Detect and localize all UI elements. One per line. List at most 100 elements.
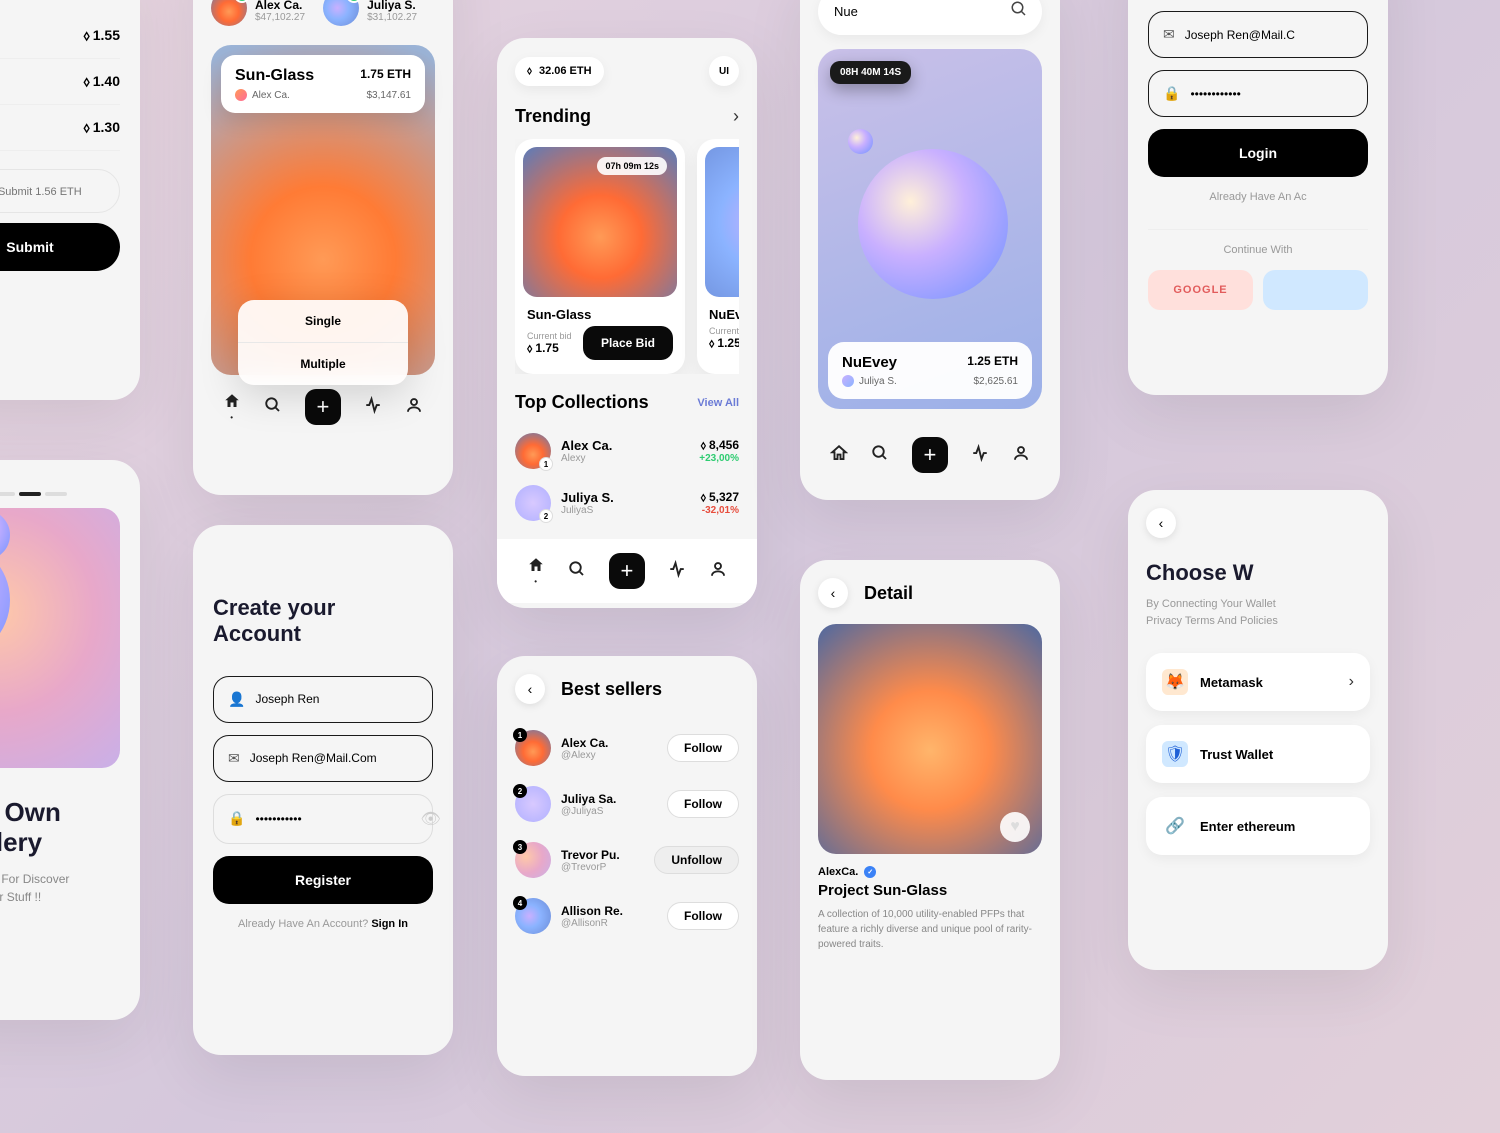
seller-chip[interactable]: ✓ Alex Ca.$47,102.27: [211, 0, 305, 31]
tab-activity[interactable]: [668, 560, 686, 583]
google-login-button[interactable]: GOOGLE: [1148, 270, 1253, 310]
bid-input[interactable]: [0, 186, 103, 198]
tab-activity[interactable]: [971, 444, 989, 467]
trust-wallet-icon: 🛡: [1162, 741, 1188, 767]
follow-button[interactable]: Follow: [667, 902, 739, 930]
unfollow-button[interactable]: Unfollow: [654, 846, 739, 874]
pagination-dots[interactable]: [0, 492, 120, 496]
tab-add[interactable]: +: [305, 389, 341, 425]
tab-profile[interactable]: [709, 560, 727, 583]
search-icon[interactable]: [1010, 0, 1028, 23]
back-button[interactable]: ‹: [515, 674, 545, 704]
history-row: 22 at 12:08 1.55: [0, 13, 120, 59]
tab-add[interactable]: +: [609, 553, 645, 589]
tab-search[interactable]: [568, 560, 586, 583]
mail-icon: ✉: [228, 750, 240, 767]
seller-row[interactable]: 4Allison Re.@AllisonRFollow: [515, 888, 739, 944]
signin-prompt: Already Have An Account? Sign In: [213, 918, 433, 930]
tab-search[interactable]: [264, 396, 282, 419]
lock-icon: 🔒: [1163, 85, 1180, 102]
bottom-tabbar: +: [818, 423, 1042, 473]
wallet-option-ethereum[interactable]: 🔗Enter ethereum: [1146, 797, 1370, 855]
bid-amount: 1.55: [83, 27, 120, 44]
bid-input-wrapper[interactable]: [0, 169, 120, 213]
detail-hero: ♥: [818, 624, 1042, 854]
countdown-badge: 08H 40M 14S: [830, 61, 911, 84]
best-sellers-card: Best Sellers ✓ Alex Ca.$47,102.27 ✓ Juli…: [193, 0, 453, 495]
tab-search[interactable]: [871, 444, 889, 467]
mail-icon: ✉: [1163, 26, 1175, 43]
trending-nft-card[interactable]: 07h 09m 12s Sun-Glass Current bid1.75 Pl…: [515, 139, 685, 374]
detail-card: ‹ Detail ♥ AlexCa.✓ Project Sun-Glass A c…: [800, 560, 1060, 1080]
trending-title: Trending: [515, 106, 591, 127]
email-field[interactable]: ✉: [213, 735, 433, 782]
password-field[interactable]: 🔒👁: [213, 794, 433, 844]
follow-button[interactable]: Follow: [667, 790, 739, 818]
ui-badge[interactable]: UI: [709, 56, 739, 86]
nft-hero[interactable]: 08H 40M 14S NuEvey1.25 ETH Juliya S.$2,6…: [818, 49, 1042, 409]
popup-option-single[interactable]: Single: [238, 300, 408, 343]
collection-row[interactable]: 1 Alex Ca.Alexy 8,456+23,00%: [515, 425, 739, 477]
chevron-right-icon[interactable]: ›: [733, 106, 739, 127]
creator-label[interactable]: AlexCa.✓: [818, 866, 1042, 878]
wallet-option-trust[interactable]: 🛡Trust Wallet: [1146, 725, 1370, 783]
collection-row[interactable]: 2 Juliya S.JuliyaS 5,327-32,01%: [515, 477, 739, 529]
already-have-prompt: Already Have An Ac: [1148, 191, 1368, 203]
project-desc: A collection of 10,000 utility-enabled P…: [818, 907, 1042, 952]
name-field[interactable]: 👤: [213, 676, 433, 723]
history-of-bid-card: tory of Bid ct 14, 2022 22 at 12:08 1.55…: [0, 0, 140, 400]
eth-balance-badge[interactable]: 32.06 ETH: [515, 57, 604, 86]
login-password-field[interactable]: 🔒: [1148, 70, 1368, 117]
submit-button[interactable]: Submit: [0, 223, 120, 271]
tab-add[interactable]: +: [912, 437, 948, 473]
bid-amount: 1.40: [83, 73, 120, 90]
gallery-title: Your Own GTallery: [0, 798, 120, 858]
seller-row[interactable]: 3Trevor Pu.@TrevorPUnfollow: [515, 832, 739, 888]
back-button[interactable]: ‹: [818, 578, 848, 608]
search-field[interactable]: [818, 0, 1042, 35]
eye-off-icon[interactable]: 👁: [420, 809, 440, 829]
seller-chip[interactable]: ✓ Juliya S.$31,102.27: [323, 0, 417, 31]
history-row: 22 at 12:08 1.40: [0, 59, 120, 105]
wallet-title: Choose W: [1146, 560, 1370, 586]
tab-home[interactable]: [527, 556, 545, 586]
register-button[interactable]: Register: [213, 856, 433, 904]
wallet-option-metamask[interactable]: 🦊Metamask›: [1146, 653, 1370, 711]
tab-profile[interactable]: [405, 396, 423, 419]
back-button[interactable]: ‹: [1146, 508, 1176, 538]
detail-title: Detail: [864, 583, 913, 604]
user-icon: 👤: [228, 691, 245, 708]
best-sellers-title: Best sellers: [561, 679, 662, 700]
place-bid-button[interactable]: Place Bid: [583, 326, 673, 360]
follow-button[interactable]: Follow: [667, 734, 739, 762]
signin-link[interactable]: Sign In: [371, 918, 408, 930]
featured-nft[interactable]: Sun-Glass1.75 ETH Alex Ca.$3,147.61 Sing…: [211, 45, 435, 375]
bottom-tabbar: +: [497, 539, 757, 603]
tab-activity[interactable]: [364, 396, 382, 419]
apple-login-button[interactable]: [1263, 270, 1368, 310]
login-button[interactable]: Login: [1148, 129, 1368, 177]
create-type-popup: Single Multiple: [238, 300, 408, 385]
seller-row[interactable]: 2Juliya Sa.@JuliyaSFollow: [515, 776, 739, 832]
verified-check-icon: ✓: [864, 866, 876, 878]
countdown-badge: 07h 09m 12s: [597, 157, 667, 175]
seller-avatar: [323, 0, 359, 26]
gallery-hero-image: [0, 508, 120, 768]
login-email-field[interactable]: ✉: [1148, 11, 1368, 58]
seller-row[interactable]: 1Alex Ca.@AlexyFollow: [515, 720, 739, 776]
chevron-right-icon: ›: [1349, 673, 1354, 691]
tab-profile[interactable]: [1012, 444, 1030, 467]
tab-home[interactable]: [223, 392, 241, 422]
trending-nft-card[interactable]: NuEvey Current bid1.25: [697, 139, 739, 374]
popup-option-multiple[interactable]: Multiple: [238, 343, 408, 385]
trending-scroll[interactable]: 07h 09m 12s Sun-Glass Current bid1.75 Pl…: [515, 139, 739, 374]
tab-home[interactable]: [830, 444, 848, 467]
choose-wallet-card: ‹ Choose W By Connecting Your Wallet Pri…: [1128, 490, 1388, 970]
search-input[interactable]: [834, 4, 1010, 19]
project-name: Project Sun-Glass: [818, 882, 1042, 899]
login-card: Account ✉ 🔒 Login Already Have An Ac Con…: [1128, 0, 1388, 395]
heart-icon[interactable]: ♥: [1000, 812, 1030, 842]
search-result-card: 08H 40M 14S NuEvey1.25 ETH Juliya S.$2,6…: [800, 0, 1060, 500]
seller-avatar: [211, 0, 247, 26]
view-all-link[interactable]: View All: [697, 397, 739, 409]
